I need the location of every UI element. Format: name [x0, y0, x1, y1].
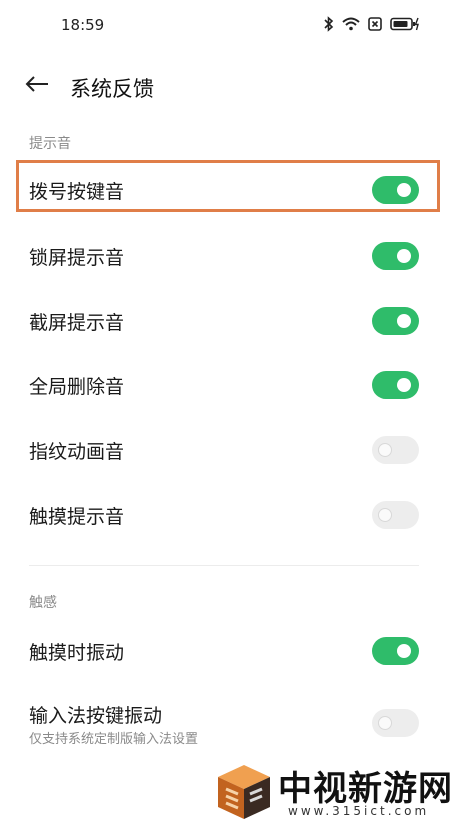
toggle-switch-off[interactable] — [372, 709, 419, 737]
toggle-knob — [378, 716, 392, 730]
toggle-knob — [397, 644, 411, 658]
setting-label: 拨号按键音 — [29, 181, 125, 203]
setting-row-fingerprint-sound[interactable]: 指纹动画音 — [0, 418, 462, 482]
toggle-knob — [397, 249, 411, 263]
page-title: 系统反馈 — [70, 77, 154, 101]
setting-label: 全局删除音 — [29, 376, 125, 398]
section-label-sounds: 提示音 — [29, 136, 71, 152]
toggle-switch-on[interactable] — [372, 371, 419, 399]
watermark: 中视新游网 www.315ict.com — [206, 759, 462, 826]
toggle-knob — [378, 443, 392, 457]
status-time: 18:59 — [61, 16, 105, 34]
setting-label: 截屏提示音 — [29, 312, 125, 334]
toggle-knob — [378, 508, 392, 522]
toggle-switch-on[interactable] — [372, 637, 419, 665]
setting-label: 输入法按键振动 — [29, 705, 163, 727]
setting-row-touch-vibration[interactable]: 触摸时振动 — [0, 619, 462, 683]
setting-label: 锁屏提示音 — [29, 247, 125, 269]
watermark-url: www.315ict.com — [288, 804, 430, 818]
wifi-icon — [342, 17, 360, 31]
page-header: 系统反馈 — [0, 62, 462, 110]
toggle-knob — [397, 183, 411, 197]
toggle-switch-off[interactable] — [372, 501, 419, 529]
status-bar: 18:59 — [0, 0, 462, 50]
setting-row-delete-sound[interactable]: 全局删除音 — [0, 353, 462, 417]
toggle-knob — [397, 314, 411, 328]
setting-label: 触摸时振动 — [29, 642, 125, 664]
watermark-title: 中视新游网 — [278, 769, 453, 809]
section-divider — [29, 565, 419, 566]
bluetooth-icon — [324, 16, 334, 32]
back-arrow-icon — [25, 75, 49, 97]
setting-row-touch-sound[interactable]: 触摸提示音 — [0, 483, 462, 547]
setting-label: 指纹动画音 — [29, 441, 125, 463]
toggle-knob — [397, 378, 411, 392]
back-button[interactable] — [22, 72, 52, 100]
battery-icon — [390, 17, 420, 31]
toggle-switch-off[interactable] — [372, 436, 419, 464]
setting-row-screenshot-sound[interactable]: 截屏提示音 — [0, 289, 462, 353]
sim-icon — [368, 17, 382, 31]
setting-row-lock-sound[interactable]: 锁屏提示音 — [0, 224, 462, 288]
setting-sublabel: 仅支持系统定制版输入法设置 — [29, 732, 199, 747]
setting-row-dial-tone[interactable]: 拨号按键音 — [0, 158, 462, 222]
watermark-logo-icon — [216, 763, 272, 825]
status-icons — [324, 16, 420, 32]
section-label-haptics: 触感 — [29, 595, 57, 611]
toggle-switch-on[interactable] — [372, 307, 419, 335]
setting-row-ime-vibration[interactable]: 输入法按键振动 仅支持系统定制版输入法设置 — [0, 683, 462, 759]
toggle-switch-on[interactable] — [372, 176, 419, 204]
setting-label: 触摸提示音 — [29, 506, 125, 528]
toggle-switch-on[interactable] — [372, 242, 419, 270]
